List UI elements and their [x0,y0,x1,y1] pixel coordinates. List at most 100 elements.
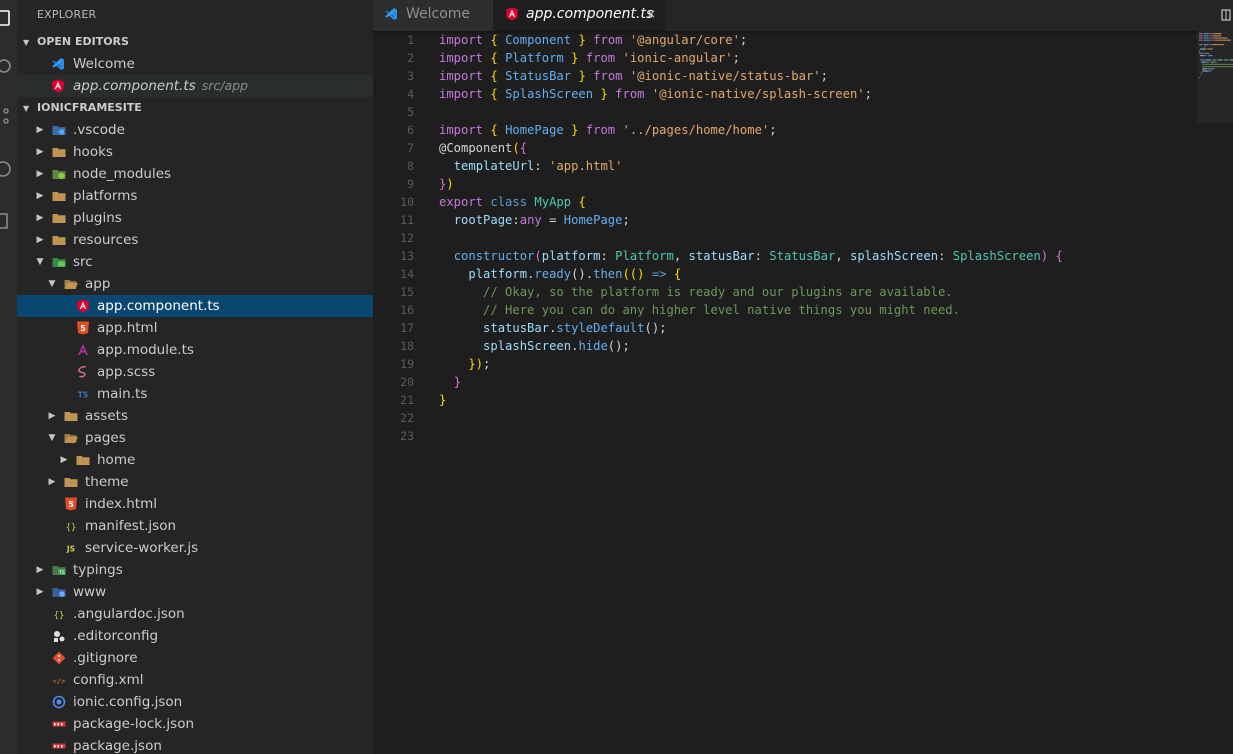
line-number: 15 [400,285,414,299]
tree-file[interactable]: 5 app.html [17,317,373,339]
tree-file[interactable]: .editorconfig [17,625,373,647]
code-token: HomePage [563,213,623,227]
tree-file[interactable]: app.scss [17,361,373,383]
tree-item-label: resources [73,232,139,248]
tree-file[interactable]: app.component.ts [17,295,373,317]
tree-item-label: hooks [73,144,113,160]
chevron-down-icon[interactable]: ▼ [46,427,58,449]
chevron-down-icon[interactable]: ▼ [46,273,58,295]
html5-icon: 5 [65,497,77,511]
code-token: ; [820,69,828,83]
debug-icon[interactable] [0,160,12,178]
chevron-right-icon[interactable]: ▶ [34,163,46,185]
minimap-token [1212,61,1215,63]
code-token: @Component [439,141,513,155]
tree-folder[interactable]: ▶ assets [17,405,373,427]
code-line: } [439,373,461,391]
code-line: rootPage:any = HomePage; [439,211,630,229]
chevron-down-icon[interactable]: ▼ [34,251,46,273]
chevron-right-icon[interactable]: ▶ [34,185,46,207]
chevron-right-icon[interactable]: ▶ [34,141,46,163]
chevron-right-icon[interactable]: ▶ [34,207,46,229]
tree-file[interactable]: JS service-worker.js [17,537,373,559]
code-token: ; [769,123,777,137]
tree-file[interactable]: ionic.config.json [17,691,373,713]
tree-file[interactable]: package-lock.json [17,713,373,735]
project-label: IONICFRAMESITE [37,101,142,114]
src-folder-icon [52,258,66,267]
open-editor-welcome[interactable]: Welcome [17,53,373,75]
search-icon[interactable] [0,58,12,76]
open-editor-app-component[interactable]: app.component.ts src/app [17,75,373,97]
folder-icon [64,412,78,421]
minimap-token [1207,48,1213,50]
files-icon[interactable] [0,9,12,27]
code-token: ( [512,141,520,155]
chevron-right-icon[interactable]: ▶ [46,471,58,493]
vscode-folder-icon [52,126,66,135]
typescript-icon: TS [78,391,89,400]
chevron-right-icon[interactable]: ▶ [58,449,70,471]
tree-folder[interactable]: ▶ hooks [17,141,373,163]
code-token: from [593,69,623,83]
chevron-right-icon[interactable]: ▶ [34,559,46,581]
minimap-token [1210,35,1213,37]
code-token: ; [732,51,740,65]
project-header[interactable]: ▼ IONICFRAMESITE [17,97,373,119]
tree-folder[interactable]: ▶ theme [17,471,373,493]
code-editor[interactable]: 1 import { Component } from '@angular/cor… [373,31,1233,754]
chevron-right-icon[interactable]: ▶ [34,229,46,251]
code-token: { [578,195,586,209]
tree-file[interactable]: {} .angulardoc.json [17,603,373,625]
code-token: 'app.html' [549,159,623,173]
minimap-token [1200,74,1201,76]
tree-folder[interactable]: ▶ node_modules [17,163,373,185]
tree-file[interactable]: 5 index.html [17,493,373,515]
tree-item-label: plugins [73,210,122,226]
tree-folder[interactable]: ▶ home [17,449,373,471]
tab-app-component[interactable]: app.component.ts × [493,0,665,31]
chevron-right-icon[interactable]: ▶ [34,581,46,603]
extensions-icon[interactable] [0,212,12,230]
minimap[interactable] [1197,31,1233,123]
tree-folder[interactable]: ▶ plugins [17,207,373,229]
tree-folder[interactable]: ▼ pages [17,427,373,449]
tree-folder[interactable]: ▶ TS typings [17,559,373,581]
open-editors-label: OPEN EDITORS [37,35,129,48]
tree-folder[interactable]: ▶ platforms [17,185,373,207]
code-token: '@ionic-native/status-bar' [629,69,821,83]
source-control-icon[interactable] [0,107,12,125]
split-editor-icon[interactable] [1221,9,1231,21]
svg-text:{}: {} [66,523,77,533]
tree-item-label: package-lock.json [73,716,195,732]
tree-folder[interactable]: ▶ .vscode [17,119,373,141]
tree-item-label: package.json [73,738,162,754]
close-icon[interactable]: × [646,0,656,29]
tree-file[interactable]: </> config.xml [17,669,373,691]
tree-folder[interactable]: ▼ app [17,273,373,295]
tree-folder[interactable]: ▶ www [17,581,373,603]
tree-folder[interactable]: ▶ resources [17,229,373,251]
code-token: // Okay, so the platform is ready and ou… [483,285,953,299]
chevron-right-icon[interactable]: ▶ [34,119,46,141]
open-editors-header[interactable]: ▼ OPEN EDITORS [17,31,373,53]
tree-file[interactable]: .gitignore [17,647,373,669]
tab-welcome[interactable]: Welcome [373,0,493,31]
chevron-right-icon[interactable]: ▶ [46,405,58,427]
tree-file[interactable]: {} manifest.json [17,515,373,537]
minimap-token [1208,35,1210,37]
javascript-icon: JS [66,545,75,554]
code-token: statusBar [688,249,755,263]
tree-file[interactable]: app.module.ts [17,339,373,361]
tree-item-label: .gitignore [73,650,138,666]
minimap-token [1203,35,1209,37]
tree-folder[interactable]: ▼ src [17,251,373,273]
tree-file[interactable]: TS main.ts [17,383,373,405]
tree-file[interactable]: package.json [17,735,373,754]
